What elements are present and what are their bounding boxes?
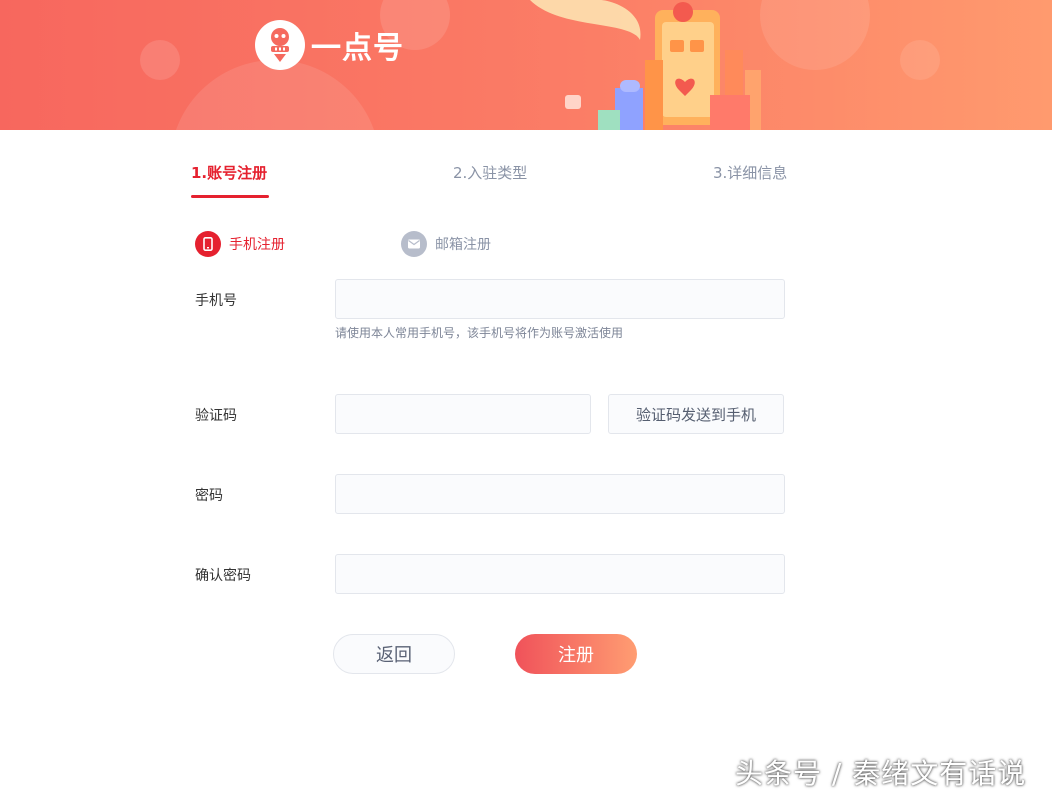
phone-hint: 请使用本人常用手机号，该手机号将作为账号激活使用 [335,326,624,340]
confirm-password-label: 确认密码 [195,568,251,584]
send-code-button[interactable]: 验证码发送到手机 [608,394,784,434]
mail-icon [401,231,427,257]
password-label: 密码 [195,488,223,504]
watermark: 头条号 / 秦绪文有话说 [735,757,1027,790]
phone-input[interactable] [335,279,785,319]
tab-phone-register[interactable]: 手机注册 [195,231,285,257]
robot-logo-icon [255,20,305,70]
step-details[interactable]: 3.详细信息 [713,162,787,183]
phone-icon [195,231,221,257]
decor-circle [140,40,180,80]
register-button[interactable]: 注册 [515,634,637,674]
tab-phone-register-label: 手机注册 [229,237,285,253]
phone-label: 手机号 [195,293,237,309]
step-account-register[interactable]: 1.账号注册 [191,162,267,183]
tab-email-register-label: 邮箱注册 [435,237,491,253]
decor-circle [170,60,380,130]
decor-circle [900,40,940,80]
header-banner: 一点号 [0,0,1052,130]
step-entry-type[interactable]: 2.入驻类型 [453,162,527,183]
brand-name: 一点号 [311,31,404,66]
password-input[interactable] [335,474,785,514]
active-step-indicator [191,195,269,198]
back-button[interactable]: 返回 [333,634,455,674]
brand-logo[interactable]: 一点号 [255,20,404,70]
code-label: 验证码 [195,408,237,424]
registration-steps: 1.账号注册 2.入驻类型 3.详细信息 [191,162,791,202]
verification-code-input[interactable] [335,394,591,434]
city-illustration [530,0,761,130]
tab-email-register[interactable]: 邮箱注册 [401,231,491,257]
confirm-password-input[interactable] [335,554,785,594]
